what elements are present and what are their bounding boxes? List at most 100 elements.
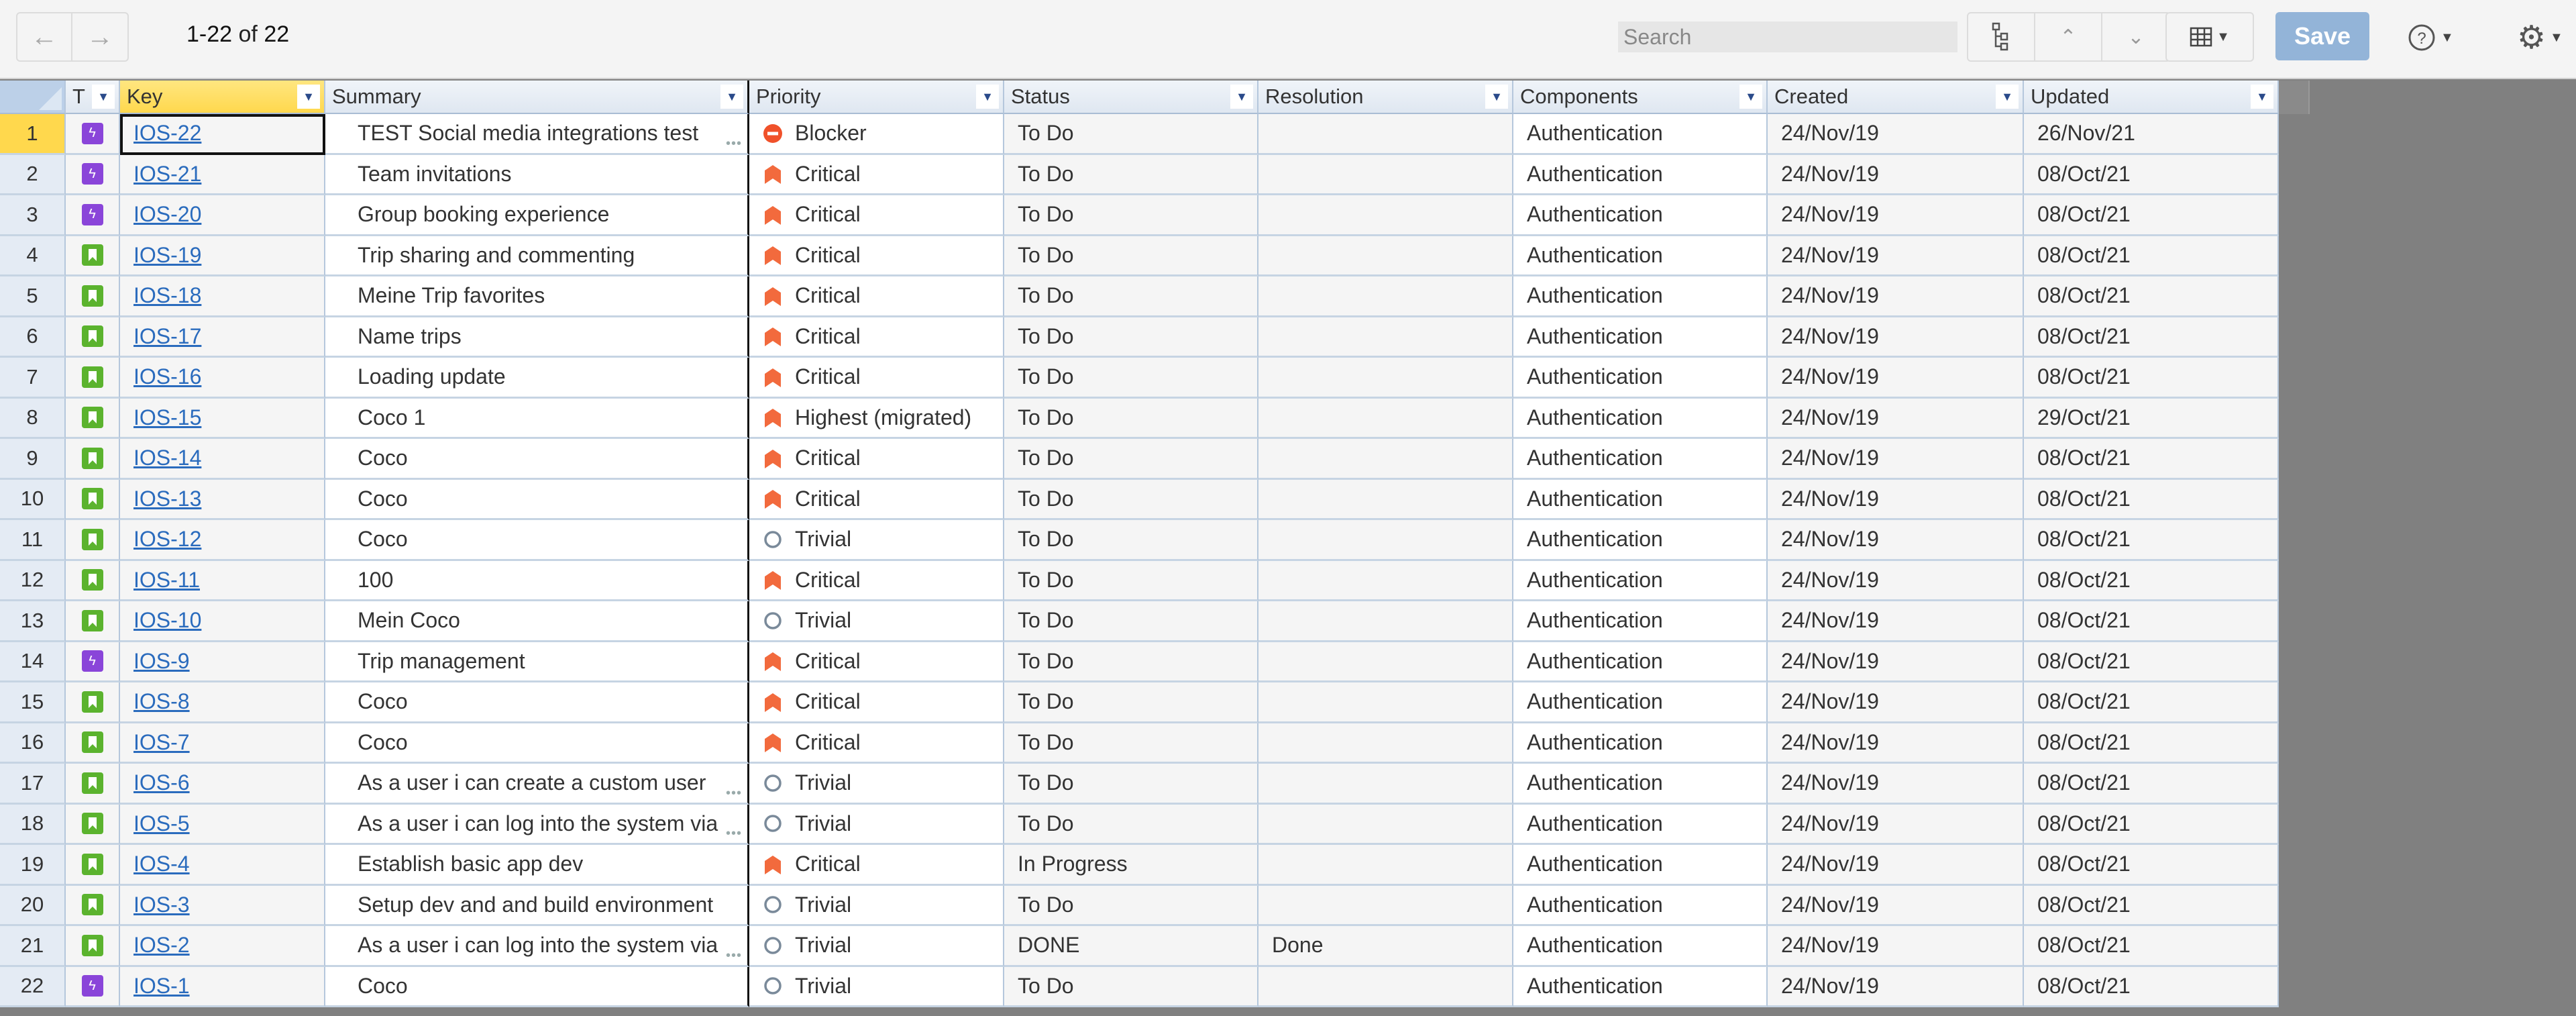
priority-cell[interactable]: Critical: [749, 195, 1004, 236]
row-number[interactable]: 14: [0, 642, 66, 682]
summary-cell[interactable]: Meine Trip favorites: [325, 276, 749, 317]
summary-cell[interactable]: Trip sharing and commenting: [325, 236, 749, 276]
key-cell[interactable]: IOS-19: [120, 236, 325, 276]
row-number[interactable]: 17: [0, 764, 66, 805]
created-cell[interactable]: 24/Nov/19: [1768, 317, 2024, 358]
key-cell[interactable]: IOS-3: [120, 885, 325, 926]
summary-cell[interactable]: Loading update: [325, 358, 749, 399]
priority-cell[interactable]: Critical: [749, 642, 1004, 682]
components-cell[interactable]: Authentication: [1513, 966, 1768, 1007]
updated-cell[interactable]: 08/Oct/21: [2024, 764, 2279, 805]
components-cell[interactable]: Authentication: [1513, 845, 1768, 886]
created-cell[interactable]: 24/Nov/19: [1768, 601, 2024, 642]
column-header-resolution[interactable]: Resolution ▼: [1258, 81, 1513, 114]
components-cell[interactable]: Authentication: [1513, 601, 1768, 642]
key-cell[interactable]: IOS-17: [120, 317, 325, 358]
summary-cell[interactable]: 100: [325, 560, 749, 601]
components-cell[interactable]: Authentication: [1513, 520, 1768, 561]
row-number[interactable]: 15: [0, 682, 66, 723]
priority-cell[interactable]: Trivial: [749, 520, 1004, 561]
key-cell[interactable]: IOS-10: [120, 601, 325, 642]
key-cell[interactable]: IOS-16: [120, 358, 325, 399]
column-header-updated[interactable]: Updated ▼: [2024, 81, 2279, 114]
created-cell[interactable]: 24/Nov/19: [1768, 845, 2024, 886]
status-cell[interactable]: To Do: [1004, 358, 1258, 399]
status-cell[interactable]: To Do: [1004, 114, 1258, 155]
key-cell[interactable]: IOS-4: [120, 845, 325, 886]
key-cell[interactable]: IOS-6: [120, 764, 325, 805]
components-cell[interactable]: Authentication: [1513, 642, 1768, 682]
issue-key-link[interactable]: IOS-13: [133, 487, 201, 511]
key-cell[interactable]: IOS-5: [120, 804, 325, 845]
updated-cell[interactable]: 29/Oct/21: [2024, 398, 2279, 439]
priority-cell[interactable]: Trivial: [749, 885, 1004, 926]
updated-cell[interactable]: 08/Oct/21: [2024, 236, 2279, 276]
priority-cell[interactable]: Trivial: [749, 926, 1004, 967]
table-row[interactable]: 11 IOS-12 Coco Trivial To Do Authenticat…: [0, 520, 2279, 561]
issue-key-link[interactable]: IOS-8: [133, 689, 190, 714]
resolution-cell[interactable]: [1258, 723, 1513, 764]
updated-cell[interactable]: 08/Oct/21: [2024, 804, 2279, 845]
created-cell[interactable]: 24/Nov/19: [1768, 236, 2024, 276]
filter-dropdown-icon[interactable]: ▼: [1485, 85, 1508, 109]
created-cell[interactable]: 24/Nov/19: [1768, 926, 2024, 967]
resolution-cell[interactable]: [1258, 885, 1513, 926]
created-cell[interactable]: 24/Nov/19: [1768, 479, 2024, 520]
updated-cell[interactable]: 08/Oct/21: [2024, 276, 2279, 317]
status-cell[interactable]: To Do: [1004, 885, 1258, 926]
save-button[interactable]: Save: [2275, 12, 2369, 60]
resolution-cell[interactable]: [1258, 154, 1513, 195]
components-cell[interactable]: Authentication: [1513, 195, 1768, 236]
updated-cell[interactable]: 08/Oct/21: [2024, 885, 2279, 926]
created-cell[interactable]: 24/Nov/19: [1768, 885, 2024, 926]
filter-dropdown-icon[interactable]: ▼: [720, 85, 743, 109]
key-cell[interactable]: IOS-11: [120, 560, 325, 601]
status-cell[interactable]: To Do: [1004, 439, 1258, 480]
priority-cell[interactable]: Critical: [749, 845, 1004, 886]
key-cell[interactable]: IOS-2: [120, 926, 325, 967]
updated-cell[interactable]: 08/Oct/21: [2024, 520, 2279, 561]
components-cell[interactable]: Authentication: [1513, 560, 1768, 601]
resolution-cell[interactable]: [1258, 317, 1513, 358]
resolution-cell[interactable]: Done: [1258, 926, 1513, 967]
table-row[interactable]: 19 IOS-4 Establish basic app dev Critica…: [0, 845, 2279, 886]
table-row[interactable]: 3 ϟ IOS-20 Group booking experience Crit…: [0, 195, 2279, 236]
priority-cell[interactable]: Critical: [749, 439, 1004, 480]
resolution-cell[interactable]: [1258, 398, 1513, 439]
table-row[interactable]: 7 IOS-16 Loading update Critical To Do A…: [0, 358, 2279, 399]
summary-cell[interactable]: Coco: [325, 520, 749, 561]
status-cell[interactable]: To Do: [1004, 195, 1258, 236]
resolution-cell[interactable]: [1258, 682, 1513, 723]
resolution-cell[interactable]: [1258, 114, 1513, 155]
row-number[interactable]: 10: [0, 479, 66, 520]
created-cell[interactable]: 24/Nov/19: [1768, 642, 2024, 682]
table-row[interactable]: 22 ϟ IOS-1 Coco Trivial To Do Authentica…: [0, 966, 2279, 1007]
row-number[interactable]: 16: [0, 723, 66, 764]
collapse-all-button[interactable]: ⌃: [2035, 13, 2102, 60]
priority-cell[interactable]: Trivial: [749, 804, 1004, 845]
settings-button[interactable]: ⚙ ▼: [2517, 19, 2563, 56]
summary-cell[interactable]: As a user i can log into the system via •…: [325, 804, 749, 845]
row-number[interactable]: 6: [0, 317, 66, 358]
created-cell[interactable]: 24/Nov/19: [1768, 520, 2024, 561]
summary-cell[interactable]: As a user i can log into the system via •…: [325, 926, 749, 967]
created-cell[interactable]: 24/Nov/19: [1768, 358, 2024, 399]
issue-key-link[interactable]: IOS-20: [133, 202, 201, 227]
priority-cell[interactable]: Trivial: [749, 601, 1004, 642]
key-cell[interactable]: IOS-8: [120, 682, 325, 723]
created-cell[interactable]: 24/Nov/19: [1768, 804, 2024, 845]
created-cell[interactable]: 24/Nov/19: [1768, 276, 2024, 317]
status-cell[interactable]: To Do: [1004, 642, 1258, 682]
row-number[interactable]: 1: [0, 114, 66, 155]
issue-key-link[interactable]: IOS-11: [133, 568, 200, 593]
truncated-text-indicator-icon[interactable]: •••: [726, 136, 742, 152]
components-cell[interactable]: Authentication: [1513, 885, 1768, 926]
updated-cell[interactable]: 08/Oct/21: [2024, 358, 2279, 399]
table-row[interactable]: 12 IOS-11 100 Critical To Do Authenticat…: [0, 560, 2279, 601]
resolution-cell[interactable]: [1258, 764, 1513, 805]
status-cell[interactable]: To Do: [1004, 520, 1258, 561]
table-row[interactable]: 15 IOS-8 Coco Critical To Do Authenticat…: [0, 682, 2279, 723]
table-row[interactable]: 18 IOS-5 As a user i can log into the sy…: [0, 804, 2279, 845]
issue-key-link[interactable]: IOS-7: [133, 730, 190, 755]
components-cell[interactable]: Authentication: [1513, 926, 1768, 967]
